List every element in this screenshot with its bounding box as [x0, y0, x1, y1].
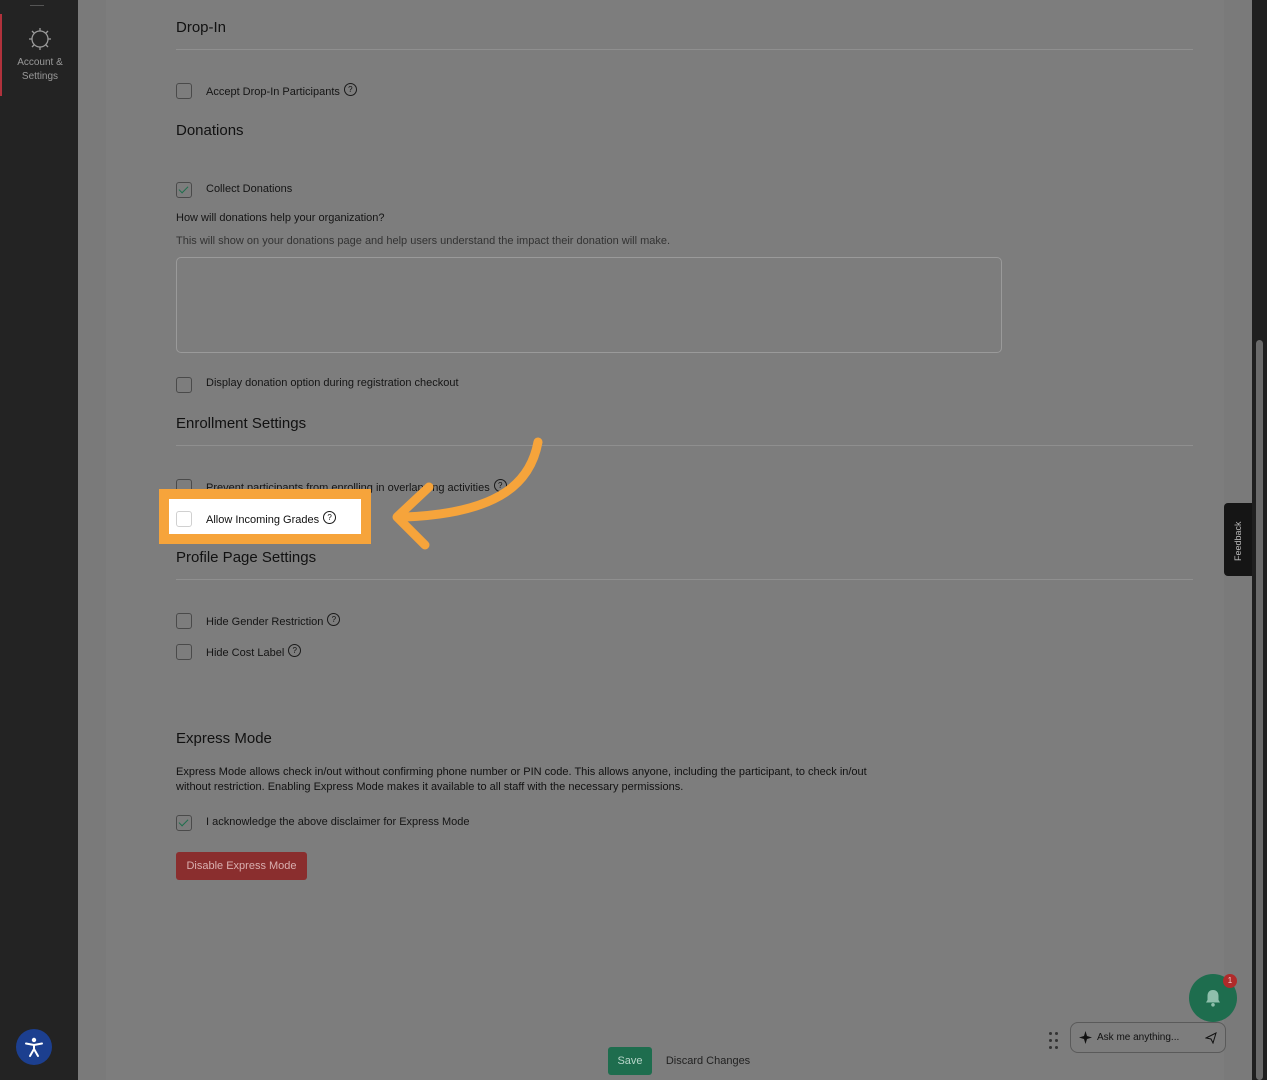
- hide-cost-label: Hide Cost Label?: [206, 644, 302, 659]
- help-icon[interactable]: ?: [288, 644, 302, 657]
- scrollbar-thumb[interactable]: [1256, 340, 1263, 1080]
- send-icon[interactable]: [1205, 1032, 1217, 1044]
- section-title-donations: Donations: [176, 122, 244, 139]
- accessibility-button[interactable]: [16, 1029, 52, 1065]
- save-button[interactable]: Save: [608, 1047, 652, 1075]
- sidebar-item-label: Account & Settings: [17, 57, 63, 82]
- hide-cost-text: Hide Cost Label: [206, 647, 285, 659]
- allow-incoming-grades-checkbox[interactable]: [176, 511, 192, 527]
- section-title-enrollment: Enrollment Settings: [176, 415, 307, 432]
- donation-impact-textarea[interactable]: [176, 257, 1002, 353]
- donation-question: How will donations help your organizatio…: [176, 212, 385, 224]
- collect-donations-checkbox[interactable]: [176, 182, 192, 198]
- sidebar-item-account-settings[interactable]: Account & Settings: [0, 14, 78, 96]
- display-donation-checkbox[interactable]: [176, 377, 192, 393]
- discard-changes-button[interactable]: Discard Changes: [658, 1047, 758, 1075]
- drag-handle-icon[interactable]: [1049, 1032, 1059, 1050]
- hide-gender-checkbox[interactable]: [176, 613, 192, 629]
- notification-badge: 1: [1223, 974, 1237, 988]
- bell-icon: [1206, 990, 1220, 1007]
- section-title-profile: Profile Page Settings: [176, 549, 317, 566]
- accessibility-icon: [25, 1037, 43, 1057]
- accept-drop-in-text: Accept Drop-In Participants: [206, 86, 340, 98]
- divider: [176, 579, 1193, 580]
- hide-gender-label: Hide Gender Restriction?: [206, 613, 341, 628]
- donation-hint: This will show on your donations page an…: [176, 235, 671, 247]
- gear-icon: [29, 28, 51, 50]
- allow-incoming-grades-text: Allow Incoming Grades: [206, 514, 320, 526]
- section-title-drop-in: Drop-In: [176, 19, 227, 36]
- acknowledge-checkbox[interactable]: [176, 815, 192, 831]
- collect-donations-label: Collect Donations: [206, 183, 293, 195]
- feedback-label: Feedback: [1233, 521, 1243, 561]
- help-icon[interactable]: ?: [343, 83, 357, 96]
- acknowledge-label: I acknowledge the above disclaimer for E…: [206, 816, 470, 828]
- disable-express-mode-button[interactable]: Disable Express Mode: [176, 852, 307, 880]
- hide-cost-checkbox[interactable]: [176, 644, 192, 660]
- hide-gender-text: Hide Gender Restriction: [206, 616, 324, 628]
- allow-incoming-grades-label: Allow Incoming Grades?: [206, 511, 337, 526]
- section-title-express: Express Mode: [176, 730, 272, 747]
- accept-drop-in-checkbox[interactable]: [176, 83, 192, 99]
- sidebar-partial-item: [30, 0, 44, 6]
- divider: [176, 445, 1193, 446]
- ask-assistant-input[interactable]: Ask me anything...: [1070, 1022, 1226, 1053]
- help-icon[interactable]: ?: [327, 613, 341, 626]
- divider: [176, 49, 1193, 50]
- highlight-box: Allow Incoming Grades?: [159, 489, 371, 544]
- feedback-tab[interactable]: Feedback: [1224, 503, 1252, 576]
- accept-drop-in-label: Accept Drop-In Participants?: [206, 83, 357, 98]
- display-donation-label: Display donation option during registrat…: [206, 377, 459, 389]
- sparkle-icon: [1079, 1031, 1092, 1044]
- sidebar: Account & Settings: [0, 0, 78, 1080]
- ask-placeholder: Ask me anything...: [1097, 1032, 1180, 1043]
- annotation-arrow-icon: [392, 437, 543, 550]
- express-description: Express Mode allows check in/out without…: [176, 766, 867, 793]
- help-icon[interactable]: ?: [323, 511, 337, 524]
